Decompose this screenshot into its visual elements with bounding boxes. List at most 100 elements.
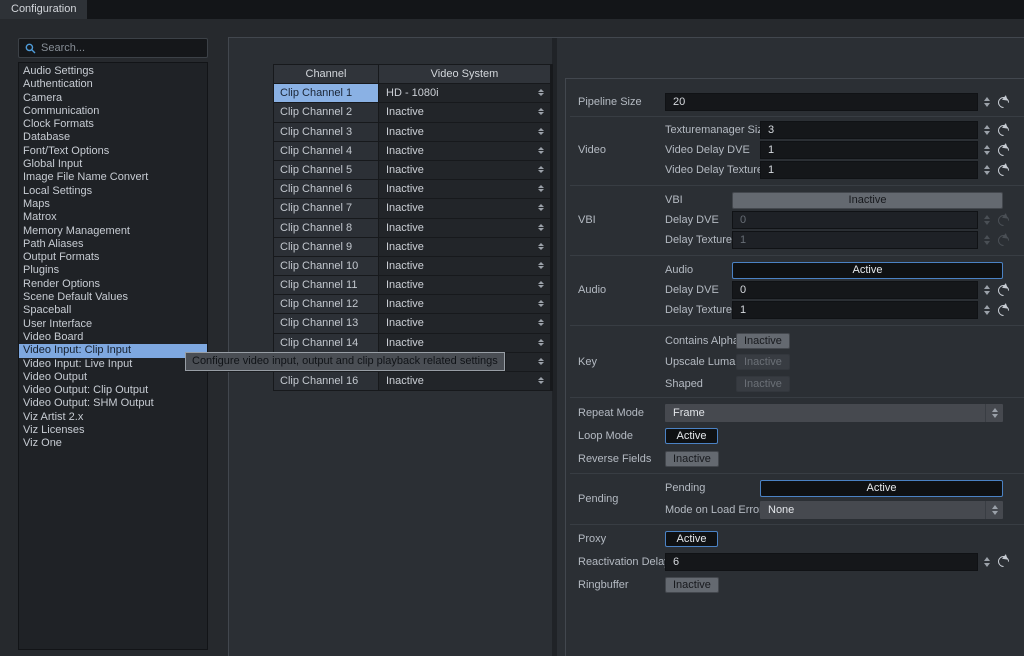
sidebar-item-memory-management[interactable]: Memory Management [19, 225, 207, 238]
stepper-icon[interactable] [538, 223, 544, 231]
video-system-select[interactable]: Inactive [379, 180, 550, 199]
video-system-select[interactable]: Inactive [379, 160, 550, 180]
video-delay-dve-field[interactable]: 1 [760, 141, 978, 159]
stepper-icon[interactable] [538, 165, 544, 173]
video-system-select[interactable]: Inactive [379, 333, 550, 352]
mode-on-load-error-dropdown[interactable]: None [760, 501, 1003, 519]
sidebar-item-authentication[interactable]: Authentication [19, 78, 207, 91]
reverse-fields-toggle[interactable]: Inactive [665, 450, 719, 467]
video-system-select[interactable]: Inactive [379, 199, 550, 218]
reset-icon[interactable] [998, 97, 1009, 108]
video-system-select[interactable]: Inactive [379, 122, 550, 141]
sidebar-item-video-output-shm-output[interactable]: Video Output: SHM Output [19, 397, 207, 410]
video-system-select[interactable]: Inactive [379, 218, 550, 237]
stepper-icon[interactable] [984, 556, 990, 567]
channel-cell[interactable]: Clip Channel 6 [274, 180, 378, 199]
channel-cell[interactable]: Clip Channel 2 [274, 103, 378, 122]
stepper-icon[interactable] [984, 145, 990, 155]
sidebar-item-audio-settings[interactable]: Audio Settings [19, 65, 207, 78]
sidebar-item-local-settings[interactable]: Local Settings [19, 185, 207, 198]
stepper-icon[interactable] [538, 338, 544, 346]
search-input[interactable] [41, 42, 207, 54]
channel-cell[interactable]: Clip Channel 12 [274, 295, 378, 314]
sidebar-item-matrox[interactable]: Matrox [19, 211, 207, 224]
sidebar-item-maps[interactable]: Maps [19, 198, 207, 211]
sidebar-item-spaceball[interactable]: Spaceball [19, 304, 207, 317]
sidebar-item-viz-licenses[interactable]: Viz Licenses [19, 424, 207, 437]
stepper-icon[interactable] [538, 108, 544, 116]
reset-icon[interactable] [998, 145, 1009, 156]
sidebar-item-viz-one[interactable]: Viz One [19, 437, 207, 450]
delay-texture-field[interactable]: 1 [732, 301, 978, 319]
stepper-icon[interactable] [984, 125, 990, 135]
stepper-icon[interactable] [538, 281, 544, 289]
sidebar-item-plugins[interactable]: Plugins [19, 264, 207, 277]
video-delay-texture-field[interactable]: 1 [760, 161, 978, 179]
reset-icon[interactable] [998, 165, 1009, 176]
channel-cell[interactable]: Clip Channel 16 [274, 372, 378, 391]
channel-cell[interactable]: Clip Channel 5 [274, 160, 378, 180]
sidebar-item-render-options[interactable]: Render Options [19, 278, 207, 291]
channel-cell[interactable]: Clip Channel 3 [274, 122, 378, 141]
stepper-icon[interactable] [991, 505, 998, 515]
channel-cell[interactable]: Clip Channel 14 [274, 333, 378, 352]
stepper-icon[interactable] [538, 146, 544, 154]
channel-cell[interactable]: Clip Channel 7 [274, 199, 378, 218]
sidebar-item-viz-artist-2-x[interactable]: Viz Artist 2.x [19, 411, 207, 424]
vbi-toggle[interactable]: Inactive [732, 191, 1003, 209]
audio-toggle[interactable]: Active [732, 261, 1003, 279]
stepper-icon[interactable] [538, 377, 544, 384]
sidebar-item-global-input[interactable]: Global Input [19, 158, 207, 171]
sidebar-item-video-board[interactable]: Video Board [19, 331, 207, 344]
pipeline-field[interactable]: 20 [665, 93, 978, 111]
texturemanager-size-field[interactable]: 3 [760, 121, 978, 139]
repeat-mode-dropdown[interactable]: Frame [665, 403, 1003, 422]
video-system-select[interactable]: Inactive [379, 103, 550, 122]
reset-icon[interactable] [998, 305, 1009, 316]
channel-cell[interactable]: Clip Channel 13 [274, 314, 378, 333]
reactivation-delay-field[interactable]: 6 [665, 552, 978, 571]
video-system-select[interactable]: Inactive [379, 237, 550, 256]
video-system-select[interactable]: Inactive [379, 276, 550, 295]
pending-toggle[interactable]: Active [760, 479, 1003, 497]
video-system-select[interactable]: HD - 1080i [379, 84, 550, 103]
stepper-icon[interactable] [984, 97, 990, 107]
stepper-icon[interactable] [984, 285, 990, 295]
stepper-icon[interactable] [984, 165, 990, 175]
video-system-select[interactable]: Inactive [379, 314, 550, 333]
channel-cell[interactable]: Clip Channel 8 [274, 218, 378, 237]
video-system-select[interactable]: Inactive [379, 141, 550, 160]
sidebar-item-font-text-options[interactable]: Font/Text Options [19, 145, 207, 158]
sidebar-item-video-input-live-input[interactable]: Video Input: Live Input [19, 358, 207, 371]
stepper-icon[interactable] [538, 357, 544, 365]
sidebar-item-video-output[interactable]: Video Output [19, 371, 207, 384]
channel-cell[interactable]: Clip Channel 9 [274, 237, 378, 256]
channel-cell[interactable]: Clip Channel 1 [274, 84, 378, 103]
reset-icon[interactable] [998, 556, 1009, 567]
reset-icon[interactable] [998, 285, 1009, 296]
video-system-select[interactable]: Inactive [379, 295, 550, 314]
stepper-icon[interactable] [538, 319, 544, 327]
ringbuffer-toggle[interactable]: Inactive [665, 576, 719, 593]
sidebar-item-image-file-name-convert[interactable]: Image File Name Convert [19, 171, 207, 184]
proxy-toggle[interactable]: Active [665, 530, 718, 547]
sidebar-item-video-output-clip-output[interactable]: Video Output: Clip Output [19, 384, 207, 397]
stepper-icon[interactable] [538, 300, 544, 308]
stepper-icon[interactable] [538, 261, 544, 269]
stepper-icon[interactable] [538, 127, 544, 135]
tab-configuration[interactable]: Configuration [0, 0, 88, 19]
stepper-icon[interactable] [984, 305, 990, 315]
loop-mode-toggle[interactable]: Active [665, 427, 718, 444]
channel-cell[interactable]: Clip Channel 10 [274, 256, 378, 276]
contains-alpha-toggle[interactable]: Inactive [736, 332, 790, 349]
stepper-icon[interactable] [538, 89, 544, 97]
sidebar-item-path-aliases[interactable]: Path Aliases [19, 238, 207, 251]
sidebar-item-clock-formats[interactable]: Clock Formats [19, 118, 207, 131]
sidebar-item-video-input-clip-input[interactable]: Video Input: Clip Input [19, 344, 207, 358]
sidebar-item-output-formats[interactable]: Output Formats [19, 251, 207, 264]
sidebar-item-camera[interactable]: Camera [19, 92, 207, 105]
stepper-icon[interactable] [538, 185, 544, 193]
sidebar-item-database[interactable]: Database [19, 131, 207, 144]
video-system-select[interactable]: Inactive [379, 372, 550, 391]
reset-icon[interactable] [998, 125, 1009, 136]
